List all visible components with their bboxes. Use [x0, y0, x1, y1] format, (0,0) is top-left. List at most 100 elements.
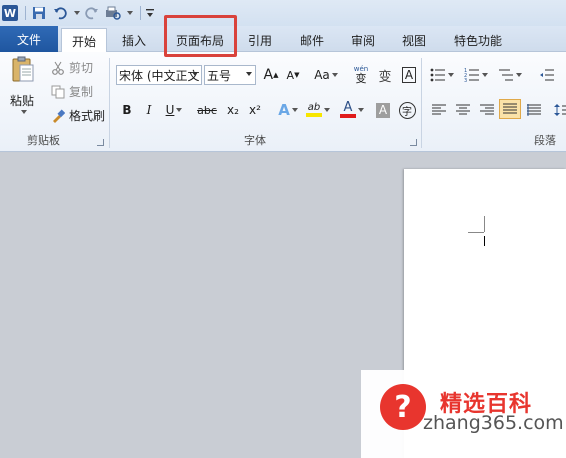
- multilevel-list-button[interactable]: [496, 65, 524, 85]
- align-right-button[interactable]: [476, 100, 498, 120]
- paragraph-group-label: 段落: [534, 134, 556, 147]
- clipboard-group-label: 剪贴板: [27, 134, 60, 147]
- subscript-button[interactable]: x₂: [222, 100, 244, 120]
- redo-icon[interactable]: [83, 4, 101, 22]
- group-divider: [109, 58, 110, 148]
- question-mark-logo: ?: [380, 384, 426, 430]
- highlight-button[interactable]: ab: [304, 100, 332, 120]
- phonetic-guide-button[interactable]: wén 变: [350, 64, 372, 84]
- clear-formatting-icon: 变: [378, 69, 392, 85]
- ribbon-tabs: 文件 开始 插入 页面布局 引用 邮件 审阅 视图 特色功能: [0, 26, 566, 53]
- quick-access-toolbar: W: [0, 0, 566, 26]
- cut-button[interactable]: 剪切: [50, 59, 93, 76]
- print-preview-icon[interactable]: [104, 4, 122, 22]
- copy-label: 复制: [69, 85, 94, 99]
- customize-qat-icon[interactable]: [145, 4, 155, 22]
- align-left-icon: [432, 104, 446, 115]
- enclose-characters-button[interactable]: 字: [396, 100, 418, 120]
- bold-button[interactable]: B: [116, 100, 138, 120]
- clear-formatting-button[interactable]: 变: [374, 65, 396, 85]
- line-spacing-icon: [554, 104, 566, 116]
- tab-home[interactable]: 开始: [61, 28, 107, 53]
- tab-special-features[interactable]: 特色功能: [446, 28, 510, 52]
- justify-icon: [503, 103, 517, 114]
- underline-button[interactable]: U: [160, 100, 188, 120]
- align-center-button[interactable]: [452, 100, 474, 120]
- grow-font-button[interactable]: A ▲: [260, 65, 282, 85]
- justify-button[interactable]: [499, 99, 521, 119]
- underline-label: U: [165, 103, 175, 117]
- tab-review[interactable]: 审阅: [343, 28, 383, 52]
- group-divider-2: [421, 58, 422, 148]
- font-dialog-launcher[interactable]: [410, 139, 417, 146]
- tab-view[interactable]: 视图: [394, 28, 434, 52]
- copy-button[interactable]: 复制: [50, 83, 93, 100]
- tab-file[interactable]: 文件: [0, 26, 58, 52]
- bullets-button[interactable]: [428, 65, 456, 85]
- font-group-label: 字体: [244, 134, 266, 147]
- format-painter-button[interactable]: 格式刷: [50, 107, 105, 124]
- numbering-icon: 123: [464, 68, 479, 82]
- format-painter-label: 格式刷: [69, 109, 106, 123]
- character-border-label: A: [401, 67, 417, 83]
- character-shading-label: A: [375, 102, 391, 118]
- shrink-font-button[interactable]: A ▼: [282, 65, 304, 85]
- save-icon[interactable]: [30, 4, 48, 22]
- tab-mailings[interactable]: 邮件: [292, 28, 332, 52]
- undo-icon[interactable]: [51, 4, 69, 22]
- superscript-button[interactable]: x²: [244, 100, 266, 120]
- align-left-button[interactable]: [428, 100, 450, 120]
- decrease-indent-button[interactable]: [536, 65, 558, 85]
- svg-text:3: 3: [464, 78, 467, 82]
- scissors-icon: [50, 60, 66, 76]
- phonetic-char-label: 变: [355, 72, 367, 85]
- font-size-combo[interactable]: 五号: [204, 65, 256, 85]
- paste-button[interactable]: 粘贴: [10, 92, 34, 109]
- undo-dropdown-icon[interactable]: [72, 4, 80, 22]
- font-color-icon: A: [340, 101, 356, 118]
- character-shading-button[interactable]: A: [372, 100, 394, 120]
- bullets-icon: [430, 68, 445, 82]
- word-app-icon[interactable]: W: [2, 5, 18, 21]
- text-effects-label: A: [278, 101, 290, 119]
- align-right-icon: [480, 104, 494, 115]
- ribbon-home: 粘贴 剪切 复制 格式刷 剪贴板 宋体 (中文正文 五号 A ▲ A ▼ Aa wé…: [0, 52, 566, 152]
- watermark-url: zhang365.com: [423, 412, 564, 434]
- line-spacing-button[interactable]: [550, 100, 566, 120]
- paste-dropdown-icon[interactable]: [19, 110, 27, 114]
- italic-button[interactable]: I: [138, 100, 160, 120]
- distributed-icon: [527, 104, 541, 116]
- numbering-button[interactable]: 123: [462, 65, 490, 85]
- copy-icon: [50, 84, 66, 100]
- margin-corner-mark-vertical: [484, 216, 485, 232]
- distributed-button[interactable]: [523, 100, 545, 120]
- change-case-label: Aa: [314, 68, 330, 82]
- paste-icon[interactable]: [8, 56, 38, 82]
- font-name-value: 宋体 (中文正文: [119, 68, 200, 83]
- print-dropdown-icon[interactable]: [125, 4, 133, 22]
- clipboard-dialog-launcher[interactable]: [97, 139, 104, 146]
- tab-insert[interactable]: 插入: [112, 28, 156, 52]
- change-case-button[interactable]: Aa: [312, 65, 340, 85]
- strikethrough-button[interactable]: abc: [194, 100, 220, 120]
- qat-separator: [25, 6, 26, 20]
- format-painter-icon: [50, 108, 66, 124]
- decrease-indent-icon: [540, 69, 554, 81]
- align-center-icon: [456, 104, 470, 115]
- enclose-characters-label: 字: [398, 101, 416, 119]
- qat-separator-2: [140, 6, 141, 20]
- tab-page-layout[interactable]: 页面布局: [168, 28, 232, 52]
- font-size-dropdown-icon: [246, 72, 252, 76]
- strikethrough-label: abc: [197, 103, 217, 117]
- font-name-dropdown-icon: [192, 72, 198, 76]
- font-color-button[interactable]: A: [338, 100, 366, 120]
- margin-corner-mark: [468, 232, 484, 233]
- text-cursor: [484, 236, 485, 246]
- character-border-button[interactable]: A: [398, 65, 420, 85]
- tab-references[interactable]: 引用: [240, 28, 280, 52]
- cut-label: 剪切: [69, 61, 94, 75]
- text-effects-button[interactable]: A: [274, 100, 302, 120]
- font-size-value: 五号: [207, 68, 232, 83]
- shrink-font-label: A: [286, 68, 295, 82]
- font-name-combo[interactable]: 宋体 (中文正文: [116, 65, 202, 85]
